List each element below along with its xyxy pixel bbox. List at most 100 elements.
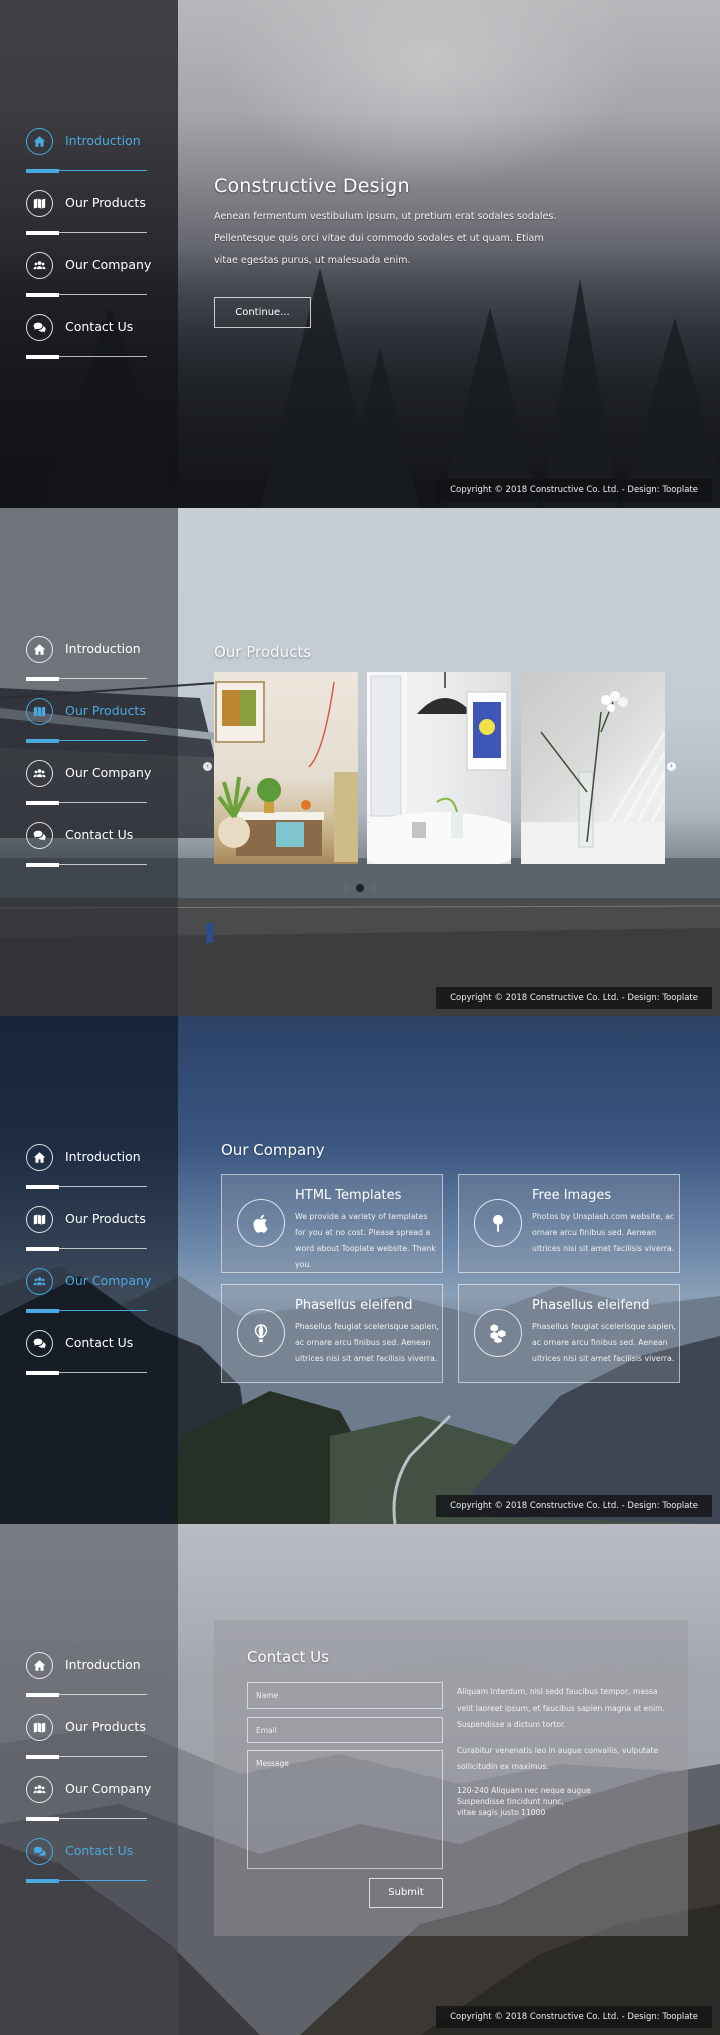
map-icon [26,190,53,217]
nav-label: Our Company [65,1273,152,1288]
nav-indicator [26,863,59,867]
nav-indicator [26,1247,59,1251]
section-contact: Introduction Our Products Our Company Co… [0,1524,720,2035]
submit-button[interactable]: Submit [369,1878,443,1908]
map-icon [26,698,53,725]
nav-item-contact[interactable]: Contact Us [26,1330,148,1392]
main-nav: Introduction Our Products Our Company Co… [26,1652,151,1900]
nav-label: Contact Us [65,827,134,842]
users-icon [26,1268,53,1295]
company-title: Our Company [221,1141,325,1159]
nav-item-products[interactable]: Our Products [26,698,148,760]
nav-item-products[interactable]: Our Products [26,1714,148,1776]
nav-indicator [26,677,59,681]
nav-item-contact[interactable]: Contact Us [26,314,148,376]
apple-icon [237,1199,285,1247]
address-line: 120-240 Aliquam nec neque augue [457,1785,591,1795]
nav-indicator [26,1879,59,1883]
company-card: Phasellus eleifend Phasellus feugiat sce… [458,1284,680,1383]
main-nav: Introduction Our Products Our Company Co… [26,636,152,884]
nav-indicator [26,1755,59,1759]
card-text: We provide a variety of templates for yo… [295,1212,436,1269]
nav-label: Contact Us [65,1335,134,1350]
product-slide-flower-vase[interactable] [521,672,665,864]
carousel-dot-2[interactable] [356,884,364,892]
nav-label: Contact Us [65,1843,134,1858]
cubes-icon [474,1309,522,1357]
chevron-left-icon[interactable]: ‹ [203,762,212,771]
main-nav: Introduction Our Products Our Company Co… [26,1144,152,1392]
card-text: Phasellus feugiat scelerisque sapien, ac… [295,1322,439,1363]
product-slide-living-room[interactable] [214,672,358,864]
company-card: Free Images Photos by Unsplash.com websi… [458,1174,680,1273]
intro-text: Aenean fermentum vestibulum ipsum, ut pr… [214,211,557,266]
sidebar: Introduction Our Products Our Company Co… [0,1016,178,1524]
nav-item-contact[interactable]: Contact Us [26,822,148,884]
users-icon [26,1776,53,1803]
contact-info: Aliquam interdum, nisl sedd faucibus tem… [457,1684,667,1818]
company-card: HTML Templates We provide a variety of t… [221,1174,443,1273]
nav-item-company[interactable]: Our Company [26,1268,152,1330]
address-line: Suspendisse tincidunt nunc, [457,1796,564,1806]
contact-paragraph-1: Aliquam interdum, nisl sedd faucibus tem… [457,1687,665,1729]
card-title: Free Images [532,1188,612,1203]
nav-item-contact[interactable]: Contact Us [26,1838,148,1900]
message-field[interactable] [247,1750,443,1869]
nav-indicator [26,1693,59,1697]
copyright: Copyright © 2018 Constructive Co. Ltd. -… [436,987,712,1009]
nav-indicator [26,1309,59,1313]
nav-indicator [26,1817,59,1821]
nav-item-introduction[interactable]: Introduction [26,1652,148,1714]
carousel-dot-1[interactable] [342,884,350,892]
nav-label: Our Company [65,257,152,272]
name-field[interactable] [247,1682,443,1709]
nav-item-products[interactable]: Our Products [26,1206,148,1268]
hot-air-balloon-icon [237,1309,285,1357]
copyright: Copyright © 2018 Constructive Co. Ltd. -… [436,2006,712,2028]
nav-label: Our Products [65,1719,146,1734]
nav-label: Introduction [65,641,141,656]
comments-icon [26,1838,53,1865]
users-icon [26,760,53,787]
home-icon [26,1144,53,1171]
continue-button[interactable]: Continue... [214,297,311,328]
contact-paragraph-2: Curabitur venenatis leo in augue convall… [457,1745,659,1772]
product-slide-pendant-lamp[interactable] [367,672,511,864]
nav-label: Our Company [65,765,152,780]
carousel-dot-3[interactable] [370,884,378,892]
nav-indicator [26,801,59,805]
nav-indicator [26,231,59,235]
comments-icon [26,314,53,341]
intro-content: Constructive Design Aenean fermentum ves… [214,175,564,328]
nav-label: Introduction [65,1657,141,1672]
card-text: Photos by Unsplash.com website, ac ornar… [532,1212,675,1253]
section-company: Introduction Our Products Our Company Co… [0,1016,720,1524]
nav-item-company[interactable]: Our Company [26,252,152,314]
nav-indicator [26,739,59,743]
intro-title: Constructive Design [214,175,410,197]
products-title: Our Products [214,643,312,661]
section-products: Introduction Our Products Our Company Co… [0,508,720,1016]
nav-label: Contact Us [65,319,134,334]
nav-indicator [26,1185,59,1189]
card-title: Phasellus eleifend [295,1298,413,1313]
nav-indicator [26,169,59,173]
chevron-right-icon[interactable]: › [667,762,676,771]
sidebar: Introduction Our Products Our Company Co… [0,508,178,1016]
nav-item-company[interactable]: Our Company [26,760,152,822]
nav-label: Our Products [65,195,146,210]
home-icon [26,128,53,155]
nav-item-introduction[interactable]: Introduction [26,128,148,190]
card-text: Phasellus feugiat scelerisque sapien, ac… [532,1322,676,1363]
nav-item-introduction[interactable]: Introduction [26,636,148,698]
copyright: Copyright © 2018 Constructive Co. Ltd. -… [436,1495,712,1517]
map-pin-icon [474,1199,522,1247]
sidebar: Introduction Our Products Our Company Co… [0,1524,178,2035]
email-field[interactable] [247,1717,443,1743]
nav-item-introduction[interactable]: Introduction [26,1144,148,1206]
contact-panel: Contact Us Submit Aliquam interdum, nisl… [214,1620,688,1936]
nav-item-company[interactable]: Our Company [26,1776,151,1838]
nav-indicator [26,1371,59,1375]
carousel-dots [0,877,720,896]
nav-item-products[interactable]: Our Products [26,190,148,252]
